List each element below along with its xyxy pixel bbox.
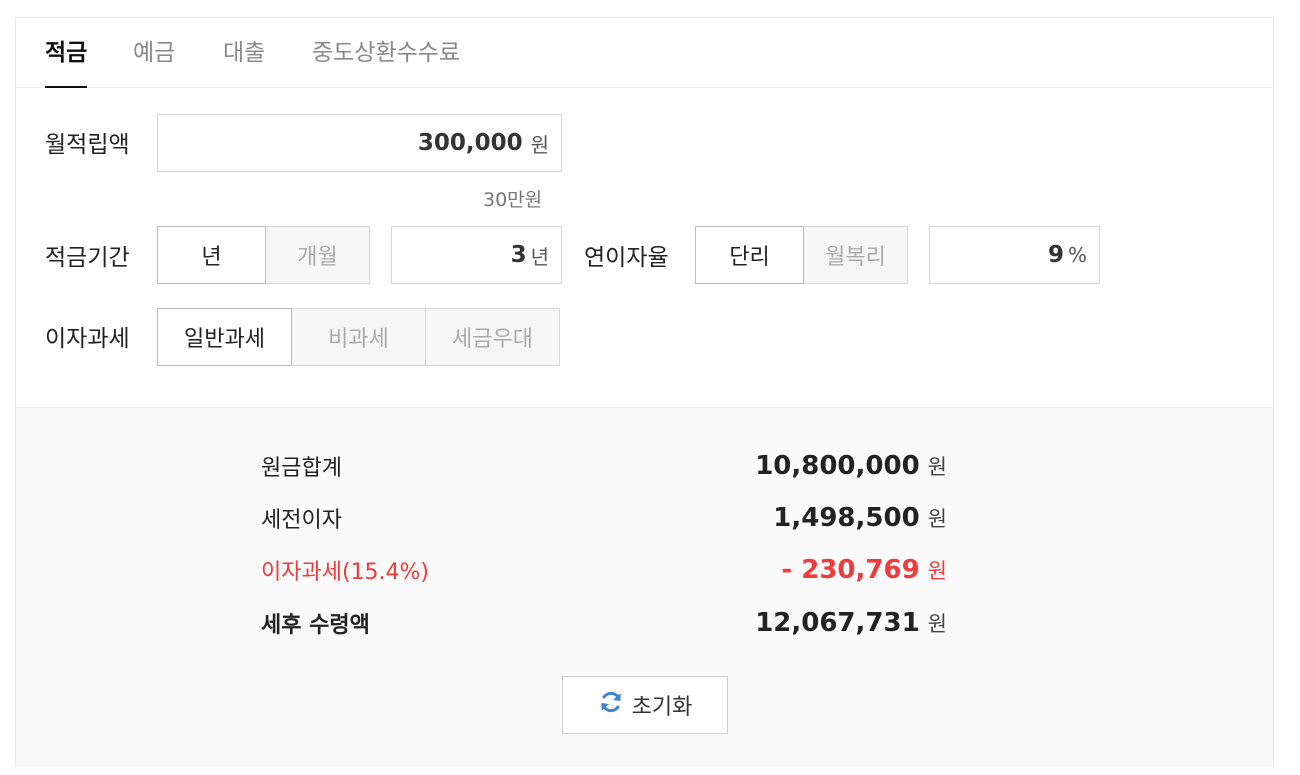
savings-calculator: 적금 예금 대출 중도상환수수료 월적립액 300,000 원 30만원 적금기…: [15, 17, 1274, 767]
tab-savings[interactable]: 적금: [45, 38, 88, 88]
monthly-amount-input[interactable]: 300,000 원: [157, 114, 562, 172]
monthly-amount-label: 월적립액: [45, 132, 130, 158]
period-unit-month[interactable]: 개월: [266, 226, 370, 284]
result-pretax-interest-label: 세전이자: [261, 508, 342, 533]
result-principal-row: 원금합계 10,800,000 원: [261, 449, 947, 483]
interest-type-monthly-compound[interactable]: 월복리: [804, 226, 908, 284]
result-pretax-interest-unit: 원: [927, 507, 947, 531]
result-principal-label: 원금합계: [261, 456, 342, 481]
result-interest-tax-label: 이자과세(15.4%): [261, 560, 430, 585]
period-label: 적금기간: [45, 245, 130, 271]
tax-type-preferential[interactable]: 세금우대: [426, 308, 560, 366]
period-value: 3: [510, 242, 527, 268]
period-unit-year[interactable]: 년: [157, 226, 266, 284]
reset-button[interactable]: 초기화: [562, 676, 728, 734]
result-interest-tax-unit: 원: [927, 559, 947, 583]
tab-deposit[interactable]: 예금: [133, 38, 175, 88]
result-after-tax-row: 세후 수령액 12,067,731 원: [261, 606, 947, 640]
result-pretax-interest-value: 1,498,500: [773, 503, 920, 533]
period-unit-toggle: 년 개월: [157, 226, 370, 284]
interest-rate-input[interactable]: 9 %: [929, 226, 1100, 284]
monthly-amount-value: 300,000: [417, 130, 523, 156]
result-interest-tax-row: 이자과세(15.4%) - 230,769 원: [261, 553, 947, 587]
monthly-amount-hint: 30만원: [483, 189, 543, 211]
period-unit: 년: [530, 244, 549, 269]
tax-type-toggle: 일반과세 비과세 세금우대: [157, 308, 560, 366]
tax-type-label: 이자과세: [45, 326, 130, 352]
interest-type-simple[interactable]: 단리: [695, 226, 804, 284]
result-pretax-interest-row: 세전이자 1,498,500 원: [261, 501, 947, 535]
result-panel: 원금합계 10,800,000 원 세전이자 1,498,500 원 이자과세(15…: [16, 407, 1273, 767]
reset-button-label: 초기화: [631, 695, 693, 720]
tab-prepayment-fee[interactable]: 중도상환수수료: [312, 38, 460, 88]
calculator-tabs: 적금 예금 대출 중도상환수수료: [16, 18, 1273, 88]
refresh-icon: [598, 689, 624, 721]
result-after-tax-label: 세후 수령액: [261, 613, 370, 638]
result-interest-tax-value: - 230,769: [781, 555, 920, 585]
interest-rate-unit: %: [1067, 243, 1087, 267]
tax-type-exempt[interactable]: 비과세: [292, 308, 426, 366]
result-principal-value: 10,800,000: [755, 451, 920, 481]
interest-rate-label: 연이자율: [584, 245, 669, 271]
tax-type-general[interactable]: 일반과세: [157, 308, 292, 366]
monthly-amount-unit: 원: [530, 132, 549, 157]
period-input[interactable]: 3 년: [391, 226, 562, 284]
result-principal-unit: 원: [927, 455, 947, 479]
interest-rate-value: 9: [1047, 242, 1064, 268]
result-after-tax-value: 12,067,731: [755, 608, 920, 638]
interest-type-toggle: 단리 월복리: [695, 226, 908, 284]
result-after-tax-unit: 원: [927, 612, 947, 636]
tab-loan[interactable]: 대출: [223, 38, 265, 88]
